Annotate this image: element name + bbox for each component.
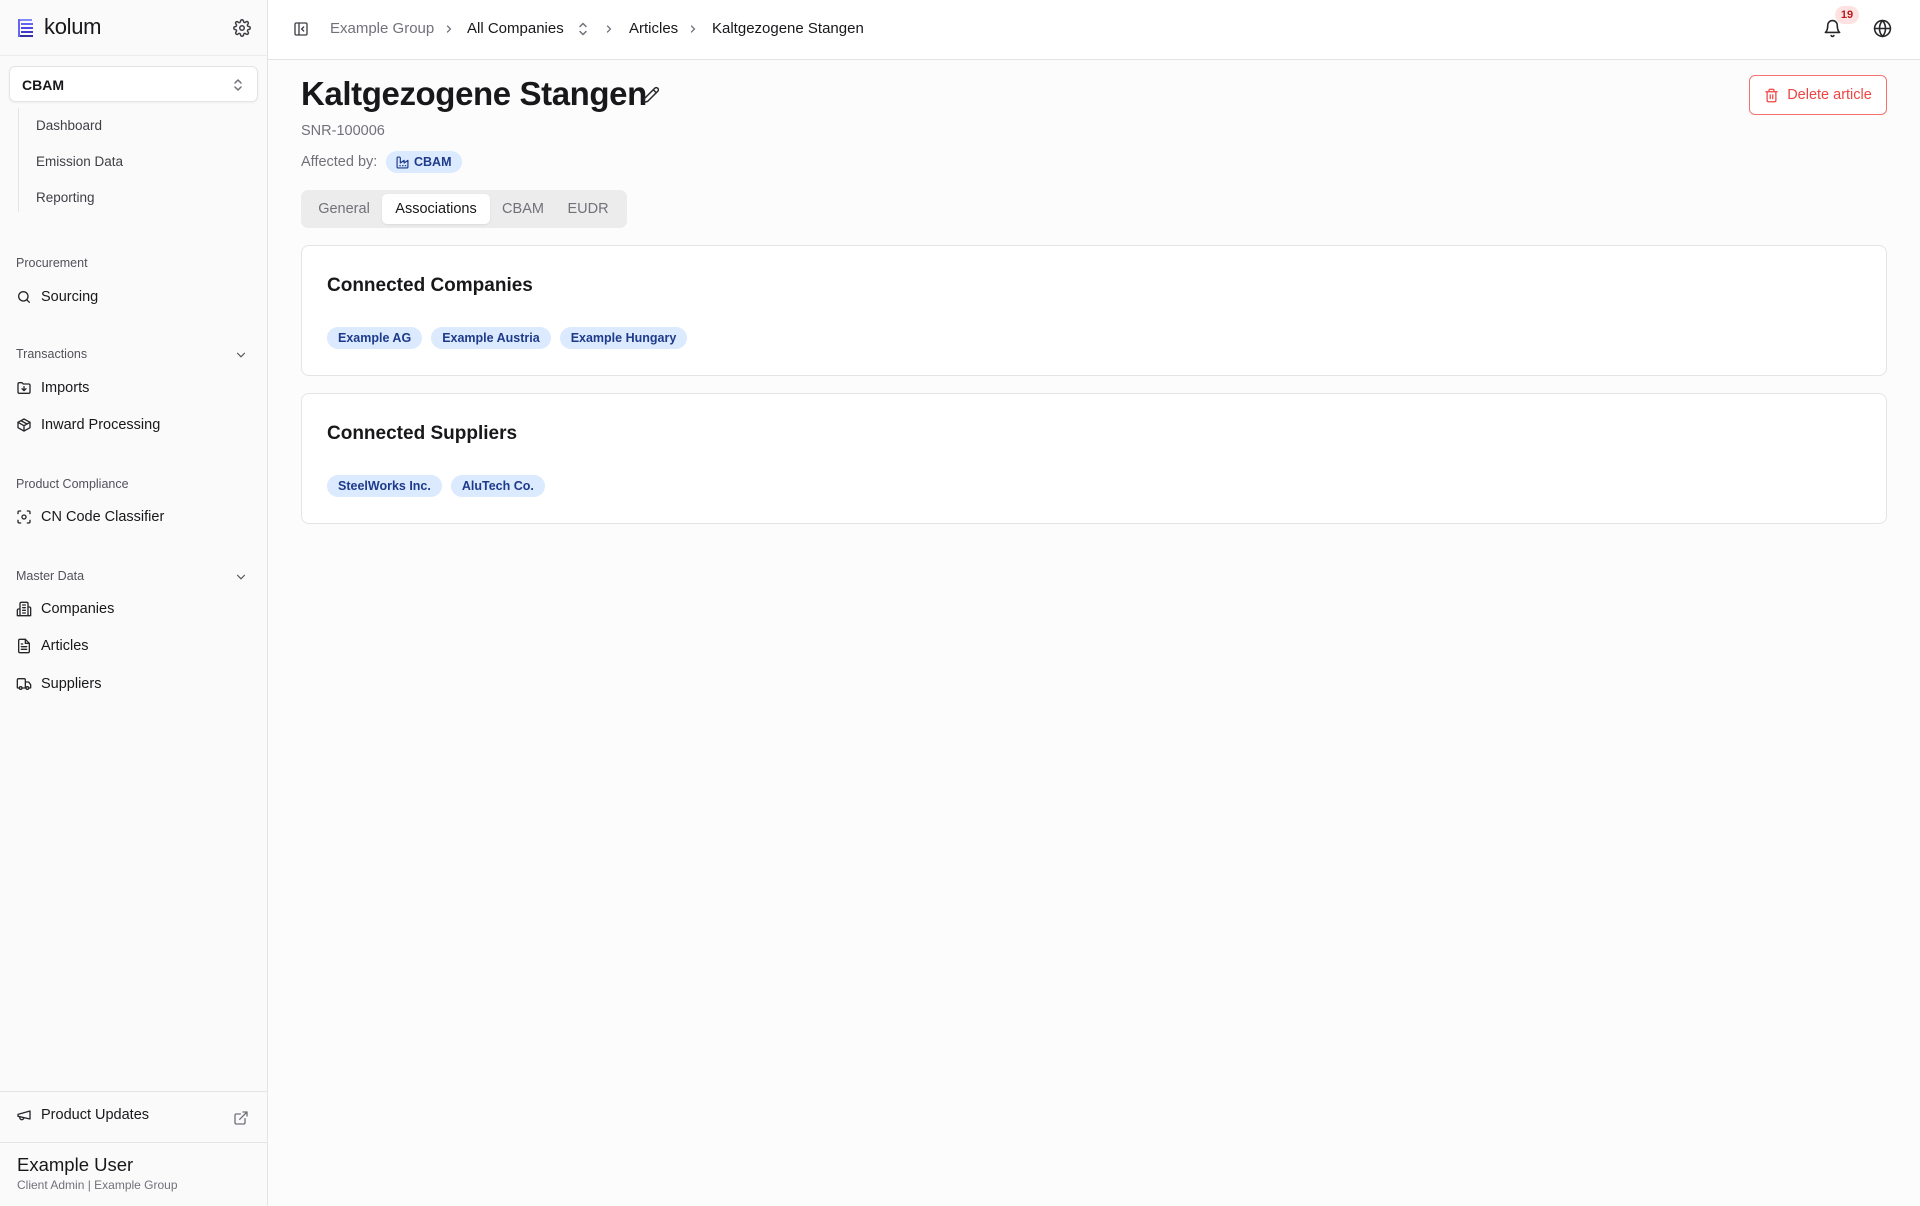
module-selector[interactable]: CBAM bbox=[9, 66, 258, 102]
logo-row: kolum bbox=[0, 0, 267, 56]
supplier-chip[interactable]: SteelWorks Inc. bbox=[327, 475, 442, 497]
chevron-right-icon bbox=[606, 25, 612, 33]
document-icon bbox=[18, 638, 30, 654]
user-name[interactable]: Example User bbox=[17, 1154, 133, 1176]
chevron-right-icon bbox=[446, 25, 452, 33]
truck-icon bbox=[16, 678, 32, 690]
sidebar-item-inward-processing[interactable]: Inward Processing bbox=[16, 414, 160, 436]
sidebar-item-sourcing[interactable]: Sourcing bbox=[16, 286, 98, 308]
sidebar-toggle-icon[interactable] bbox=[293, 21, 309, 37]
section-title-transactions: Transactions bbox=[16, 347, 88, 361]
connected-suppliers-card: Connected Suppliers SteelWorks Inc. AluT… bbox=[301, 393, 1887, 524]
company-chip[interactable]: Example Hungary bbox=[559, 327, 688, 349]
sidebar-item-suppliers[interactable]: Suppliers bbox=[16, 673, 101, 695]
tab-cbam[interactable]: CBAM bbox=[491, 194, 555, 224]
article-id: SNR-100006 bbox=[301, 123, 385, 139]
chevron-down-icon[interactable] bbox=[234, 348, 248, 362]
section-title-product-compliance: Product Compliance bbox=[16, 477, 129, 491]
sidebar-item-companies[interactable]: Companies bbox=[16, 598, 114, 620]
scan-icon bbox=[17, 510, 31, 524]
affected-by-value: CBAM bbox=[414, 155, 452, 169]
sidebar-item-imports[interactable]: Imports bbox=[16, 377, 89, 399]
affected-by-label: Affected by: bbox=[301, 154, 378, 170]
page-title: Kaltgezogene Stangen bbox=[301, 75, 647, 112]
sidebar: kolum CBAM Dashboard Emission Data Repor… bbox=[0, 0, 268, 1206]
connected-companies-card: Connected Companies Example AG Example A… bbox=[301, 245, 1887, 376]
card-title: Connected Suppliers bbox=[327, 423, 518, 444]
module-selector-value: CBAM bbox=[22, 77, 64, 93]
divider bbox=[0, 1142, 267, 1143]
affected-by-badge[interactable]: CBAM bbox=[386, 151, 462, 173]
sidebar-item-label: Imports bbox=[41, 380, 90, 396]
sidebar-item-label: CN Code Classifier bbox=[41, 509, 165, 525]
breadcrumb-articles[interactable]: Articles bbox=[629, 20, 678, 37]
sidebar-item-label: Sourcing bbox=[41, 289, 99, 305]
chevron-down-icon[interactable] bbox=[234, 570, 248, 584]
delete-article-button[interactable]: Delete article bbox=[1749, 75, 1887, 115]
card-title: Connected Companies bbox=[327, 275, 533, 296]
user-role: Client Admin | Example Group bbox=[17, 1178, 178, 1192]
notification-badge: 19 bbox=[1835, 6, 1859, 24]
product-updates-link[interactable]: Product Updates bbox=[16, 1107, 149, 1123]
delete-article-label: Delete article bbox=[1787, 87, 1872, 103]
factory-icon bbox=[396, 155, 409, 169]
section-title-master-data: Master Data bbox=[16, 569, 85, 583]
sidebar-item-emission-data[interactable]: Emission Data bbox=[36, 154, 123, 169]
globe-icon[interactable] bbox=[1873, 19, 1892, 38]
sidebar-item-reporting[interactable]: Reporting bbox=[36, 190, 95, 205]
company-chip-list: Example AG Example Austria Example Hunga… bbox=[327, 327, 688, 349]
supplier-chip-list: SteelWorks Inc. AluTech Co. bbox=[327, 475, 545, 497]
sidebar-item-label: Suppliers bbox=[41, 676, 102, 692]
divider bbox=[0, 1091, 267, 1092]
sidebar-item-label: Inward Processing bbox=[41, 417, 161, 433]
package-icon bbox=[17, 418, 31, 432]
company-chip[interactable]: Example Austria bbox=[431, 327, 551, 349]
company-chip[interactable]: Example AG bbox=[327, 327, 423, 349]
breadcrumb-group[interactable]: Example Group bbox=[330, 20, 434, 37]
pencil-icon[interactable] bbox=[642, 86, 660, 104]
search-icon bbox=[18, 291, 30, 303]
supplier-chip[interactable]: AluTech Co. bbox=[450, 475, 545, 497]
sidebar-item-cn-code-classifier[interactable]: CN Code Classifier bbox=[16, 506, 164, 528]
breadcrumb-current: Kaltgezogene Stangen bbox=[712, 20, 864, 37]
gear-icon[interactable] bbox=[233, 19, 251, 37]
chevrons-up-down-icon[interactable] bbox=[578, 21, 588, 37]
tab-associations[interactable]: Associations bbox=[382, 194, 490, 224]
topbar: Example Group All Companies Articles Kal… bbox=[268, 0, 1920, 60]
logo-icon bbox=[18, 19, 33, 37]
folder-import-icon bbox=[17, 382, 31, 394]
breadcrumb-companies[interactable]: All Companies bbox=[467, 20, 564, 37]
sidebar-item-label: Articles bbox=[41, 638, 89, 654]
sidebar-item-dashboard[interactable]: Dashboard bbox=[36, 118, 102, 133]
chevron-right-icon bbox=[690, 25, 696, 33]
building-icon bbox=[16, 601, 32, 617]
tab-list: General Associations CBAM EUDR bbox=[301, 190, 627, 228]
sidebar-item-label: Companies bbox=[41, 601, 115, 617]
trash-icon bbox=[1765, 88, 1778, 102]
megaphone-icon bbox=[17, 1110, 31, 1121]
tab-eudr[interactable]: EUDR bbox=[556, 194, 620, 224]
module-subnav: Dashboard Emission Data Reporting bbox=[18, 108, 248, 212]
external-link-icon[interactable] bbox=[233, 1110, 249, 1126]
sidebar-item-articles[interactable]: Articles bbox=[16, 635, 89, 657]
product-updates-label: Product Updates bbox=[41, 1107, 150, 1123]
app-name: kolum bbox=[44, 14, 102, 39]
section-title-procurement: Procurement bbox=[16, 256, 88, 270]
chevrons-up-down-icon bbox=[234, 79, 242, 91]
tab-general[interactable]: General bbox=[305, 194, 383, 224]
